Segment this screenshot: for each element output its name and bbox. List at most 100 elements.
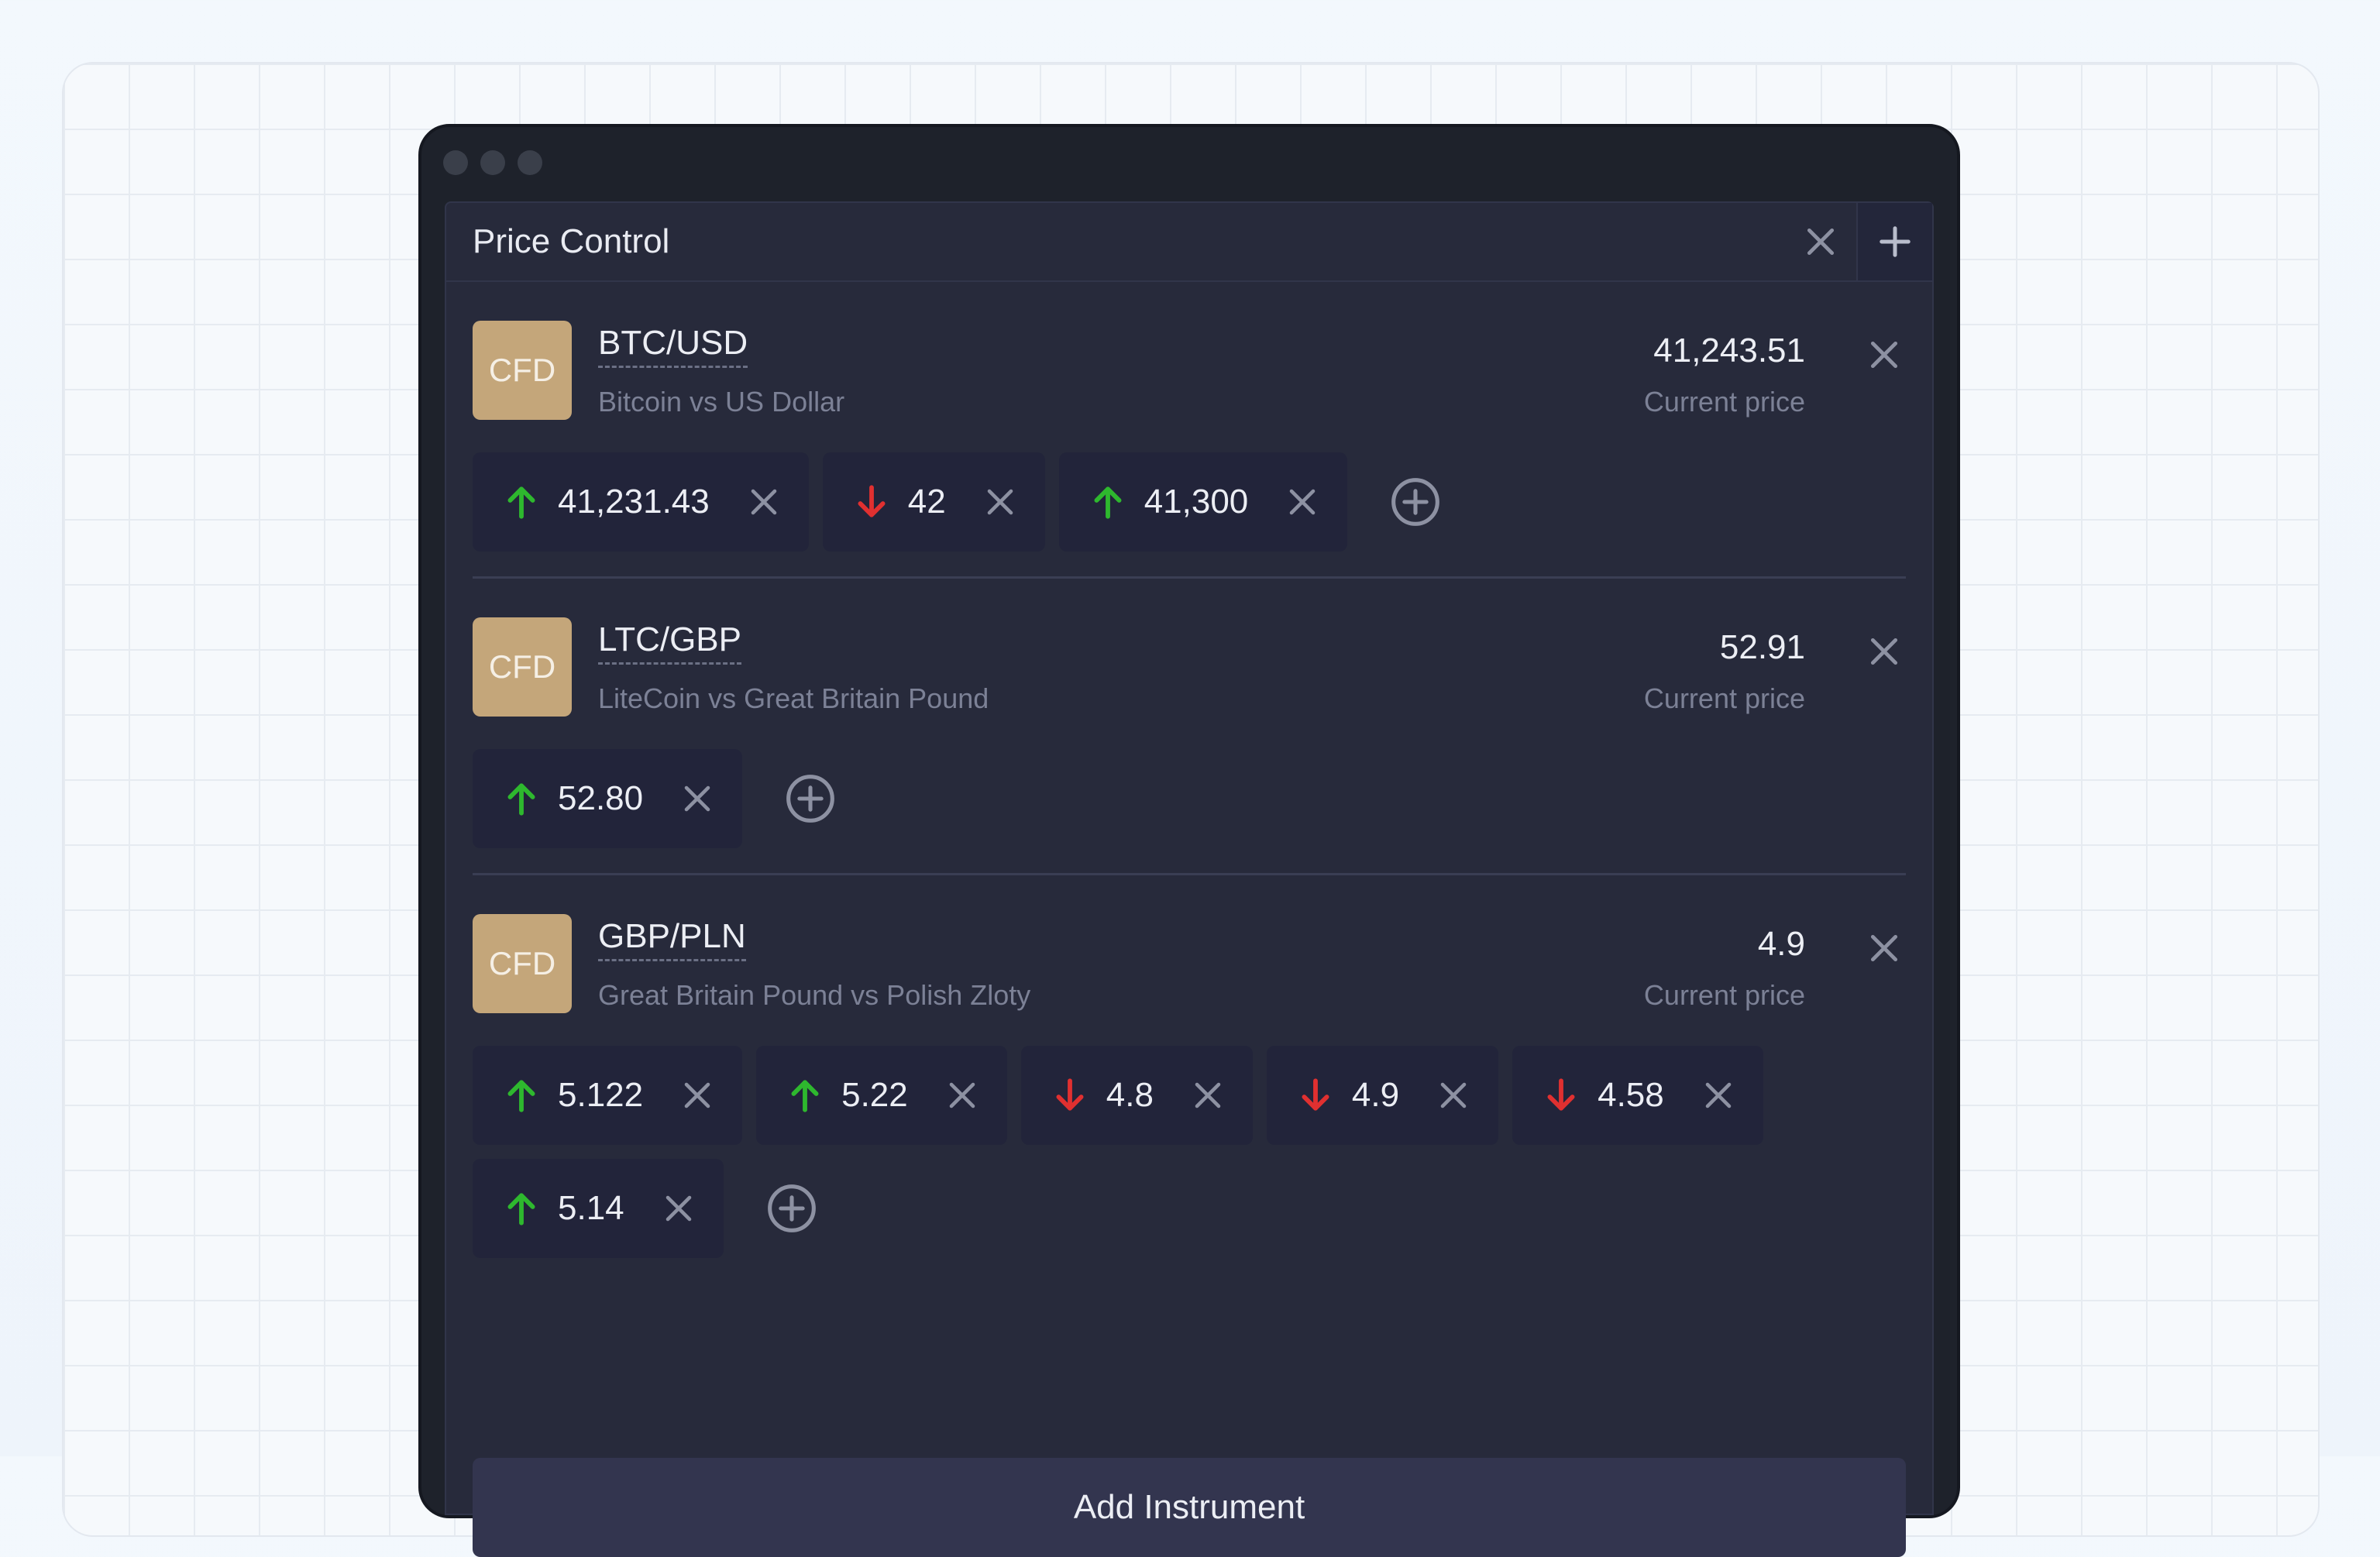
close-icon: [1870, 638, 1898, 665]
close-icon: [1440, 1082, 1467, 1108]
plus-circle-icon: [786, 775, 834, 823]
arrow-down-icon: [1302, 1078, 1329, 1111]
remove-level-button[interactable]: [742, 480, 786, 524]
instrument-description: Great Britain Pound vs Polish Zloty: [598, 979, 1031, 1011]
current-price-value: 4.9: [1757, 925, 1805, 963]
current-price-value: 41,243.51: [1653, 332, 1805, 369]
price-level-value: 41,231.43: [558, 483, 710, 521]
current-price-label: Current price: [1643, 682, 1805, 714]
close-icon: [684, 1082, 710, 1108]
price-level-chip: 42: [822, 452, 1045, 552]
instrument-description: LiteCoin vs Great Britain Pound: [598, 682, 989, 714]
remove-level-button[interactable]: [978, 480, 1022, 524]
close-icon: [987, 489, 1013, 515]
instrument-type-badge: CFD: [473, 617, 572, 717]
remove-level-button[interactable]: [676, 1074, 719, 1117]
instrument-type-badge: CFD: [473, 914, 572, 1013]
arrow-up-icon: [507, 783, 535, 816]
price-level-value: 52.80: [558, 779, 644, 817]
price-level-chip: 52.80: [473, 749, 743, 848]
instrument-type-badge: CFD: [473, 321, 572, 420]
remove-level-button[interactable]: [1697, 1074, 1740, 1117]
price-level-list: 5.122 5.22 4.8 4.9 4.58 5.14: [473, 1010, 1906, 1283]
plus-icon: [1880, 226, 1911, 257]
arrow-up-icon: [1094, 486, 1122, 519]
remove-level-button[interactable]: [1432, 1074, 1475, 1117]
current-price-label: Current price: [1643, 979, 1805, 1011]
instrument-row: CFD LTC/GBP LiteCoin vs Great Britain Poun…: [473, 579, 1906, 875]
arrow-up-icon: [507, 1193, 535, 1225]
price-level-chip: 41,300: [1058, 452, 1348, 552]
window-minimize-dot[interactable]: [480, 150, 505, 175]
price-level-value: 4.9: [1351, 1076, 1400, 1114]
price-level-chip: 5.122: [473, 1046, 743, 1145]
plus-circle-icon: [1391, 478, 1440, 526]
price-control-panel: Price Control CFD BTC/USD Bitcoin vs US Do…: [445, 201, 1934, 1557]
price-level-chip: 5.22: [756, 1046, 1007, 1145]
instrument-list: CFD BTC/USD Bitcoin vs US Dollar 41,243.51 C…: [446, 282, 1932, 1283]
instrument-header: CFD LTC/GBP LiteCoin vs Great Britain Poun…: [473, 579, 1906, 717]
remove-level-button[interactable]: [1281, 480, 1324, 524]
price-level-chip: 4.9: [1266, 1046, 1499, 1145]
remove-level-button[interactable]: [676, 777, 719, 820]
price-level-value: 5.22: [841, 1076, 908, 1114]
add-level-button[interactable]: [761, 1177, 823, 1239]
price-level-value: 5.122: [558, 1076, 644, 1114]
panel-title: Price Control: [473, 222, 670, 260]
close-icon: [1290, 489, 1316, 515]
close-icon: [949, 1082, 975, 1108]
arrow-down-icon: [858, 485, 886, 517]
window-close-dot[interactable]: [443, 150, 468, 175]
arrow-up-icon: [791, 1080, 819, 1112]
close-icon: [1807, 228, 1835, 256]
add-level-button[interactable]: [779, 768, 841, 830]
price-level-chip: 41,231.43: [473, 452, 809, 552]
current-price-value: 52.91: [1719, 628, 1805, 666]
add-panel-button[interactable]: [1856, 203, 1932, 280]
close-icon: [684, 785, 710, 812]
price-level-list: 41,231.43 42 41,300: [473, 417, 1906, 576]
price-level-value: 42: [907, 483, 946, 521]
instrument-symbol[interactable]: GBP/PLN: [598, 919, 746, 961]
close-icon: [1870, 341, 1898, 369]
window-controls: [443, 150, 542, 175]
arrow-down-icon: [1547, 1078, 1575, 1111]
price-level-chip: 4.8: [1020, 1046, 1253, 1145]
price-level-chip: 4.58: [1512, 1046, 1763, 1145]
panel-header: Price Control: [446, 203, 1932, 282]
price-level-chip: 5.14: [473, 1159, 724, 1258]
close-icon: [666, 1195, 691, 1222]
remove-instrument-button[interactable]: [1862, 333, 1906, 376]
price-level-value: 4.8: [1106, 1076, 1154, 1114]
instrument-header: CFD BTC/USD Bitcoin vs US Dollar 41,243.51 C…: [473, 282, 1906, 420]
price-level-value: 41,300: [1144, 483, 1249, 521]
remove-level-button[interactable]: [941, 1074, 984, 1117]
current-price-label: Current price: [1643, 386, 1805, 418]
arrow-down-icon: [1056, 1078, 1084, 1111]
instrument-row: CFD GBP/PLN Great Britain Pound vs Polish …: [473, 875, 1906, 1283]
instrument-header: CFD GBP/PLN Great Britain Pound vs Polish …: [473, 875, 1906, 1013]
remove-level-button[interactable]: [657, 1187, 700, 1230]
arrow-up-icon: [507, 486, 535, 519]
price-level-value: 5.14: [558, 1189, 624, 1227]
window-maximize-dot[interactable]: [518, 150, 542, 175]
instrument-description: Bitcoin vs US Dollar: [598, 386, 845, 418]
plus-circle-icon: [767, 1184, 816, 1232]
remove-instrument-button[interactable]: [1862, 926, 1906, 970]
add-instrument-button[interactable]: Add Instrument: [473, 1458, 1906, 1557]
add-level-button[interactable]: [1384, 471, 1446, 533]
remove-level-button[interactable]: [1186, 1074, 1230, 1117]
instrument-symbol[interactable]: LTC/GBP: [598, 622, 742, 665]
app-window: Price Control CFD BTC/USD Bitcoin vs US Do…: [418, 124, 1960, 1557]
close-icon: [1705, 1082, 1732, 1108]
instrument-symbol[interactable]: BTC/USD: [598, 325, 748, 368]
remove-instrument-button[interactable]: [1862, 630, 1906, 673]
instrument-row: CFD BTC/USD Bitcoin vs US Dollar 41,243.51 C…: [473, 282, 1906, 579]
arrow-up-icon: [507, 1080, 535, 1112]
close-icon: [1195, 1082, 1221, 1108]
price-level-value: 4.58: [1598, 1076, 1664, 1114]
price-level-list: 52.80: [473, 713, 1906, 873]
close-panel-button[interactable]: [1782, 203, 1859, 280]
close-icon: [751, 489, 777, 515]
close-icon: [1870, 934, 1898, 962]
